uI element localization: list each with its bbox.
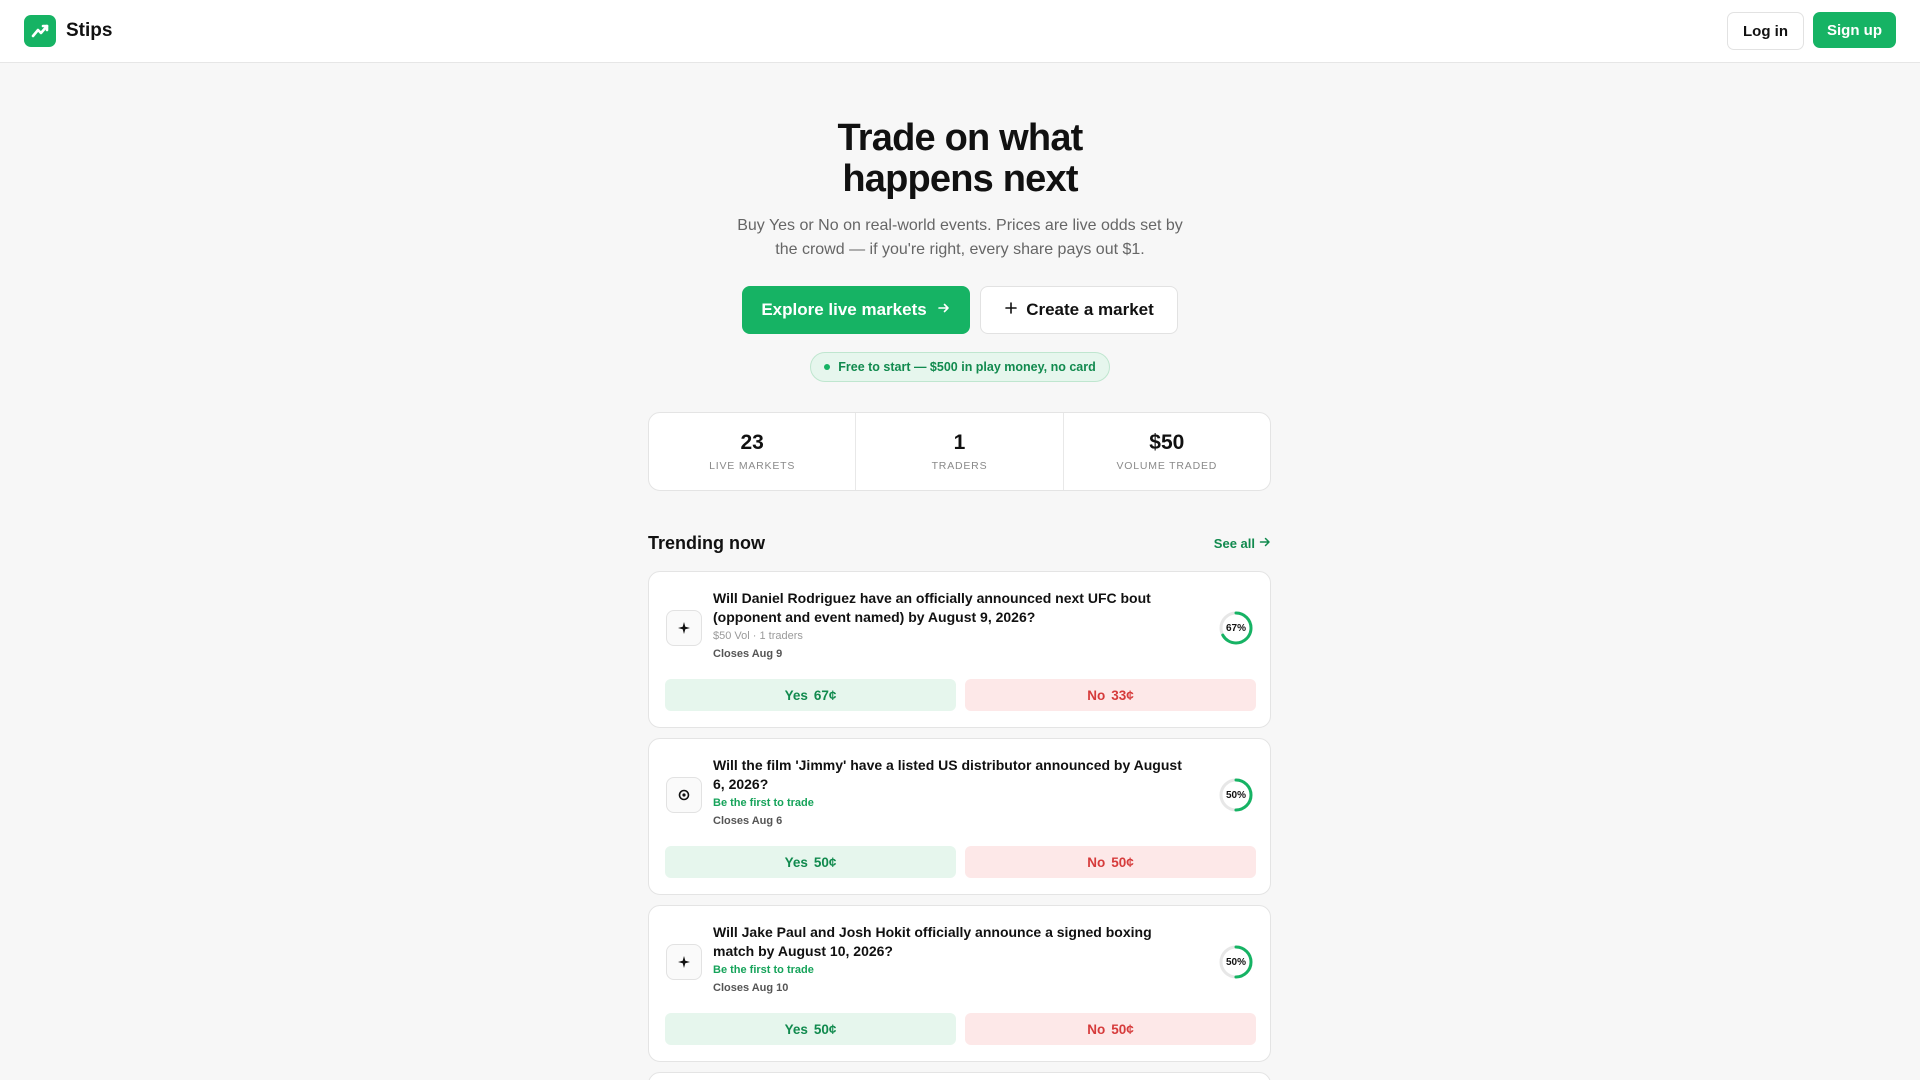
market-question[interactable]: Will the film 'Jimmy' have a listed US d… xyxy=(713,756,1193,794)
probability-label: 67% xyxy=(1225,622,1246,634)
film-reel-icon xyxy=(666,777,702,813)
market-card-partial[interactable] xyxy=(648,1072,1271,1080)
login-button[interactable]: Log in xyxy=(1727,12,1804,50)
buy-no-button[interactable]: No 50¢ xyxy=(965,1013,1256,1045)
stat-volume-traded: $50 VOLUME TRADED xyxy=(1064,413,1270,490)
signup-button[interactable]: Sign up xyxy=(1813,12,1896,48)
explore-markets-label: Explore live markets xyxy=(761,300,927,319)
market-meta: $50 Vol · 1 traders xyxy=(713,630,803,642)
probability-gauge: 50% xyxy=(1218,777,1254,813)
probability-label: 50% xyxy=(1225,789,1246,801)
no-price: 50¢ xyxy=(1111,1021,1134,1037)
trade-buttons: Yes 67¢ No 33¢ xyxy=(665,679,1256,711)
buy-yes-button[interactable]: Yes 50¢ xyxy=(665,1013,956,1045)
header-actions: Log in Sign up xyxy=(1727,12,1896,50)
stat-label: LIVE MARKETS xyxy=(709,460,796,472)
market-meta: Be the first to trade xyxy=(713,797,814,809)
hero-section: Trade on what happens next Buy Yes or No… xyxy=(0,118,1920,382)
market-card[interactable]: Will Jake Paul and Josh Hokit officially… xyxy=(648,905,1271,1062)
create-market-label: Create a market xyxy=(1026,300,1154,319)
arrow-right-icon xyxy=(937,300,951,320)
market-meta: Be the first to trade xyxy=(713,964,814,976)
buy-no-button[interactable]: No 50¢ xyxy=(965,846,1256,878)
trade-buttons: Yes 50¢ No 50¢ xyxy=(665,1013,1256,1045)
market-close-date: Closes Aug 6 xyxy=(713,815,783,827)
plus-icon xyxy=(1004,300,1018,320)
create-market-button[interactable]: Create a market xyxy=(980,286,1178,334)
market-info: Will Daniel Rodriguez have an officially… xyxy=(713,589,1193,660)
market-info: Will Jake Paul and Josh Hokit officially… xyxy=(713,923,1193,994)
see-all-label: See all xyxy=(1213,536,1255,551)
no-price: 50¢ xyxy=(1111,854,1134,870)
market-card[interactable]: Will the film 'Jimmy' have a listed US d… xyxy=(648,738,1271,895)
yes-label: Yes xyxy=(784,1021,808,1037)
stat-label: TRADERS xyxy=(931,460,988,472)
market-question[interactable]: Will Daniel Rodriguez have an officially… xyxy=(713,589,1193,627)
market-close-date: Closes Aug 10 xyxy=(713,982,789,994)
top-bar: Stips Log in Sign up xyxy=(0,0,1920,63)
market-info: Will the film 'Jimmy' have a listed US d… xyxy=(713,756,1193,827)
trending-header: Trending now See all xyxy=(648,533,1271,554)
no-price: 33¢ xyxy=(1111,687,1134,703)
no-label: No xyxy=(1087,854,1106,870)
yes-price: 50¢ xyxy=(813,854,837,870)
hero-title: Trade on what happens next xyxy=(0,118,1920,200)
buy-no-button[interactable]: No 33¢ xyxy=(965,679,1256,711)
stat-traders: 1 TRADERS xyxy=(856,413,1064,490)
trade-buttons: Yes 50¢ No 50¢ xyxy=(665,846,1256,878)
stat-value: 1 xyxy=(953,431,966,454)
yes-price: 67¢ xyxy=(813,687,837,703)
hero-subtitle: Buy Yes or No on real-world events. Pric… xyxy=(0,214,1920,262)
no-label: No xyxy=(1087,687,1106,703)
hero-title-line2: happens next xyxy=(842,158,1078,200)
hero-subtitle-line2: the crowd — if you're right, every share… xyxy=(775,241,1145,258)
promo-badge: Free to start — $500 in play money, no c… xyxy=(810,352,1110,382)
trending-title: Trending now xyxy=(648,533,765,553)
arrow-right-icon xyxy=(1259,536,1271,551)
stat-label: VOLUME TRADED xyxy=(1116,460,1218,472)
brand[interactable]: Stips xyxy=(24,15,112,47)
stats-panel: 23 LIVE MARKETS 1 TRADERS $50 VOLUME TRA… xyxy=(648,412,1271,491)
brand-name: Stips xyxy=(66,20,113,41)
probability-gauge: 50% xyxy=(1218,944,1254,980)
yes-label: Yes xyxy=(784,687,808,703)
probability-label: 50% xyxy=(1225,956,1246,968)
promo-text: Free to start — $500 in play money, no c… xyxy=(838,360,1096,374)
status-dot-icon xyxy=(824,364,831,370)
sparkle-icon xyxy=(666,944,702,980)
stat-value: $50 xyxy=(1149,431,1185,454)
hero-actions: Explore live markets Create a market xyxy=(0,286,1920,334)
see-all-link[interactable]: See all xyxy=(1214,536,1271,551)
probability-gauge: 67% xyxy=(1218,610,1254,646)
yes-label: Yes xyxy=(784,854,808,870)
yes-price: 50¢ xyxy=(813,1021,837,1037)
trend-up-icon xyxy=(24,15,56,47)
market-close-date: Closes Aug 9 xyxy=(713,648,783,660)
hero-subtitle-line1: Buy Yes or No on real-world events. Pric… xyxy=(737,217,1183,234)
buy-yes-button[interactable]: Yes 50¢ xyxy=(665,846,956,878)
market-card[interactable]: Will Daniel Rodriguez have an officially… xyxy=(648,571,1271,728)
hero-title-line1: Trade on what xyxy=(837,117,1083,159)
stat-value: 23 xyxy=(740,431,764,454)
no-label: No xyxy=(1087,1021,1106,1037)
buy-yes-button[interactable]: Yes 67¢ xyxy=(665,679,956,711)
explore-markets-button[interactable]: Explore live markets xyxy=(742,286,970,334)
market-question[interactable]: Will Jake Paul and Josh Hokit officially… xyxy=(713,923,1193,961)
stat-live-markets: 23 LIVE MARKETS xyxy=(649,413,857,490)
sparkle-icon xyxy=(666,610,702,646)
